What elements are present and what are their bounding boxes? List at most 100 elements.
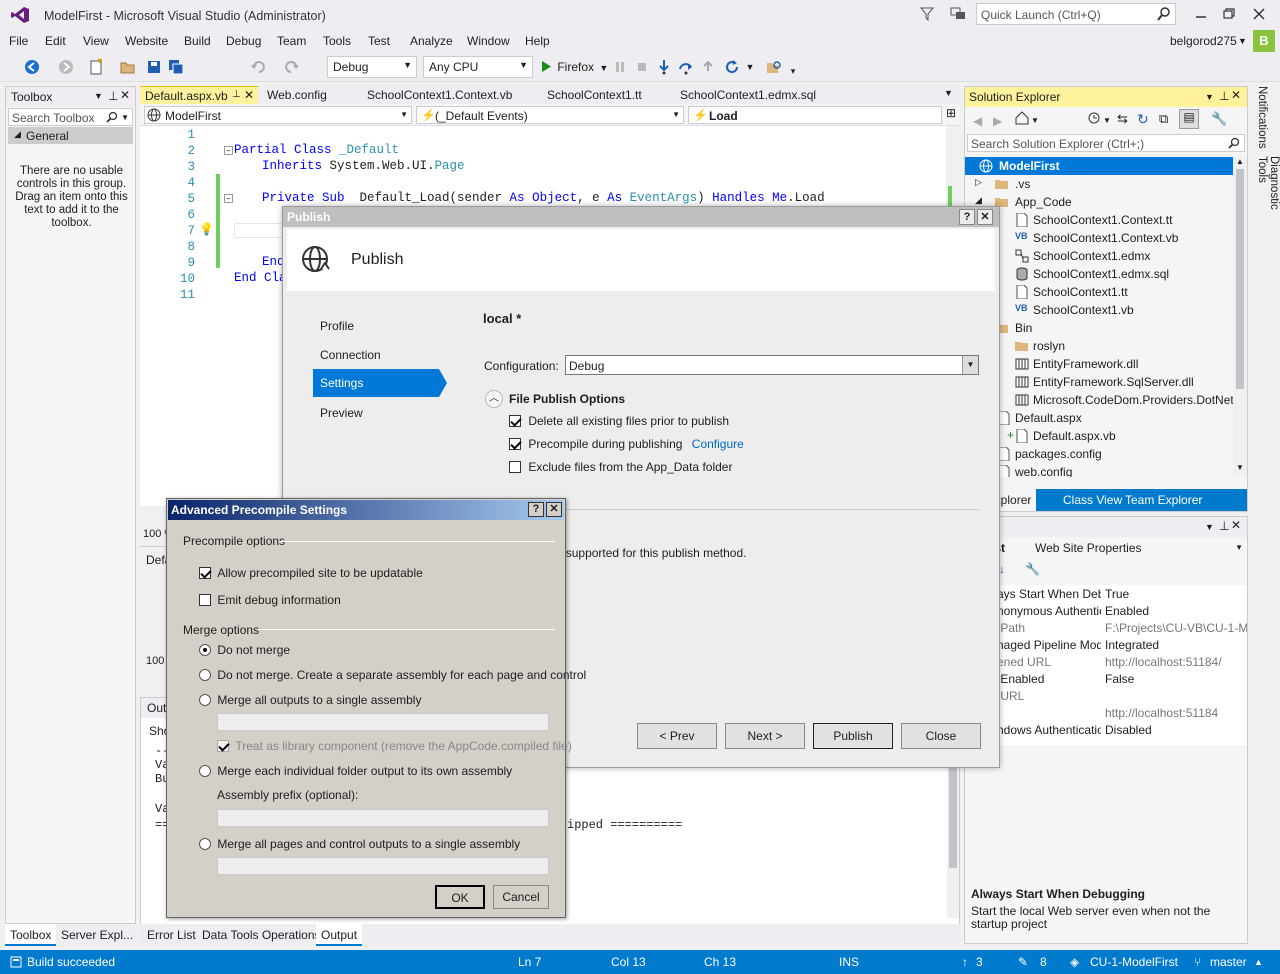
radio-folder-option[interactable]: Merge each individual folder output to i… bbox=[199, 764, 512, 778]
ok-button[interactable]: OK bbox=[435, 885, 485, 909]
no-merge-radio[interactable] bbox=[199, 644, 211, 656]
branch-icon[interactable]: ⑂ bbox=[1194, 955, 1201, 969]
start-debugging-button[interactable]: Firefox ▼ bbox=[540, 60, 608, 74]
tree-item-modelfirst[interactable]: ModelFirst bbox=[965, 157, 1233, 175]
tab-default-aspx-vb[interactable]: Default.aspx.vb ⊥ ✕ bbox=[140, 86, 258, 104]
radio-pages-option[interactable]: Merge all pages and control outputs to a… bbox=[199, 837, 520, 851]
find-in-files-icon[interactable] bbox=[764, 57, 784, 77]
pin-icon[interactable]: ⊥ bbox=[1219, 519, 1229, 533]
properties-wrench-icon[interactable]: 🔧 bbox=[1211, 111, 1227, 127]
menu-tools[interactable]: Tools bbox=[323, 34, 351, 48]
property-row[interactable]: URL bbox=[965, 687, 1247, 704]
user-dropdown-icon[interactable]: ▼ bbox=[1238, 36, 1247, 46]
chevron-up-icon[interactable]: ▲ bbox=[1236, 157, 1244, 166]
property-row[interactable]: ndows Authentication Disabled bbox=[965, 721, 1247, 738]
tab-class-view[interactable]: Class View bbox=[1063, 493, 1122, 507]
toolbox-search-input[interactable]: Search Toolbox ▼ bbox=[8, 108, 133, 126]
save-all-icon[interactable] bbox=[166, 57, 186, 77]
menu-window[interactable]: Window bbox=[467, 34, 510, 48]
undo-icon[interactable] bbox=[248, 57, 268, 77]
opt-exclude-app-data[interactable]: Exclude files from the App_Data folder bbox=[509, 460, 732, 474]
close-icon[interactable]: ✕ bbox=[1231, 518, 1241, 532]
publish-nav-preview[interactable]: Preview bbox=[320, 406, 363, 420]
menu-analyze[interactable]: Analyze bbox=[410, 34, 453, 48]
menu-file[interactable]: File bbox=[9, 34, 28, 48]
pin-icon[interactable]: ⊥ bbox=[1219, 89, 1229, 103]
nav-events-select[interactable]: ⚡ (_Default Events) ▼ bbox=[416, 106, 684, 124]
close-button[interactable]: ✕ bbox=[977, 209, 993, 225]
nav-project-select[interactable]: ModelFirst ▼ bbox=[144, 106, 412, 124]
back-icon[interactable]: ◀ bbox=[973, 114, 982, 128]
redo-icon[interactable] bbox=[282, 57, 302, 77]
menu-view[interactable]: View bbox=[83, 34, 109, 48]
scroll-thumb[interactable] bbox=[1236, 169, 1244, 389]
collapse-all-icon[interactable]: ⧉ bbox=[1159, 111, 1168, 127]
chevron-down-icon[interactable]: ▼ bbox=[121, 113, 129, 122]
user-name[interactable]: belgorod275 bbox=[1170, 34, 1237, 48]
toolbar-overflow-icon[interactable]: ▾ bbox=[783, 61, 803, 81]
toolbox-empty-text[interactable]: There are no usable controls in this gro… bbox=[14, 165, 129, 230]
precompile-checkbox[interactable] bbox=[509, 438, 521, 450]
refresh-icon[interactable] bbox=[722, 57, 742, 77]
opt-precompile[interactable]: Precompile during publishing Configure bbox=[509, 437, 744, 451]
delete-existing-checkbox[interactable] bbox=[509, 415, 521, 427]
close-icon[interactable]: ✕ bbox=[1231, 88, 1241, 102]
separate-assembly-radio[interactable] bbox=[199, 669, 211, 681]
close-window-button[interactable] bbox=[1248, 4, 1270, 24]
menu-edit[interactable]: Edit bbox=[45, 34, 66, 48]
nav-member-select[interactable]: ⚡ Load bbox=[688, 106, 942, 124]
sync-icon[interactable]: ⇆ bbox=[1117, 111, 1128, 127]
collapse-triangle-icon[interactable]: ◢ bbox=[975, 195, 982, 206]
configuration-select[interactable]: Debug ▼ bbox=[565, 355, 979, 375]
publish-up-icon[interactable]: ↑ bbox=[962, 955, 968, 969]
chevron-down-icon[interactable]: ▼ bbox=[1031, 116, 1039, 125]
wrench-icon[interactable]: 🔧 bbox=[1025, 562, 1040, 576]
radio-no-merge-option[interactable]: Do not merge bbox=[199, 643, 290, 657]
expand-triangle-icon[interactable]: ▷ bbox=[975, 177, 982, 188]
toolbox-group-general[interactable]: ◢ General bbox=[8, 127, 133, 144]
close-dialog-button[interactable]: Close bbox=[901, 723, 981, 749]
dropdown-icon[interactable]: ▼ bbox=[1205, 92, 1214, 102]
collapse-icon[interactable]: − bbox=[224, 146, 233, 155]
chevron-down-icon[interactable]: ▼ bbox=[1236, 463, 1244, 472]
tab-output[interactable]: Output bbox=[316, 924, 363, 946]
repository-name[interactable]: CU-1-ModelFirst bbox=[1090, 955, 1178, 969]
forward-icon[interactable] bbox=[56, 57, 76, 77]
show-all-files-icon[interactable]: ▤ bbox=[1179, 109, 1199, 129]
treat-library-option[interactable]: Treat as library component (remove the A… bbox=[217, 739, 572, 753]
branch-name[interactable]: master bbox=[1210, 955, 1247, 969]
branch-dropdown-icon[interactable]: ▲ bbox=[1254, 957, 1263, 967]
treat-library-checkbox[interactable] bbox=[217, 740, 229, 752]
minimize-button[interactable] bbox=[1190, 4, 1212, 24]
close-icon[interactable]: ✕ bbox=[244, 88, 254, 102]
solution-tree-scrollbar[interactable]: ▲ ▼ bbox=[1233, 157, 1247, 477]
tab-schoolcontext1-context-vb[interactable]: SchoolContext1.Context.vb bbox=[367, 88, 512, 102]
split-editor-icon[interactable]: ⊞ bbox=[946, 106, 956, 120]
step-out-icon[interactable] bbox=[698, 57, 718, 77]
menu-test[interactable]: Test bbox=[368, 34, 390, 48]
tab-toolbox[interactable]: Toolbox bbox=[5, 924, 57, 946]
dropdown-icon[interactable]: ▼ bbox=[1205, 522, 1214, 532]
publish-nav-settings[interactable]: Settings bbox=[313, 369, 447, 397]
property-row[interactable]: ays Start When Debu True bbox=[965, 585, 1247, 602]
menu-build[interactable]: Build bbox=[184, 34, 211, 48]
tab-web-config[interactable]: Web.config bbox=[267, 88, 327, 102]
side-tab-notifications[interactable]: Notifications bbox=[1252, 86, 1278, 150]
exclude-app-data-checkbox[interactable] bbox=[509, 461, 521, 473]
step-over-icon[interactable] bbox=[676, 57, 696, 77]
pages-assembly-name-field[interactable] bbox=[217, 857, 549, 875]
chevron-down-icon[interactable]: ▼ bbox=[740, 57, 760, 77]
opt-delete-existing[interactable]: Delete all existing files prior to publi… bbox=[509, 414, 729, 428]
property-row[interactable]: http://localhost:51184 bbox=[965, 704, 1247, 721]
help-button[interactable]: ? bbox=[959, 209, 975, 225]
forward-icon[interactable]: ▶ bbox=[993, 114, 1002, 128]
menu-debug[interactable]: Debug bbox=[226, 34, 261, 48]
publish-count[interactable]: 3 bbox=[976, 955, 983, 969]
editor-zoom[interactable]: 100 % bbox=[143, 528, 174, 540]
repository-icon[interactable]: ◈ bbox=[1070, 955, 1079, 969]
pending-changes-count[interactable]: 8 bbox=[1040, 955, 1047, 969]
next-button[interactable]: Next > bbox=[725, 723, 805, 749]
side-tab-diagnostic-tools[interactable]: Diagnostic Tools bbox=[1252, 156, 1280, 236]
avatar[interactable]: B bbox=[1253, 30, 1275, 52]
feedback-icon[interactable] bbox=[950, 7, 966, 21]
